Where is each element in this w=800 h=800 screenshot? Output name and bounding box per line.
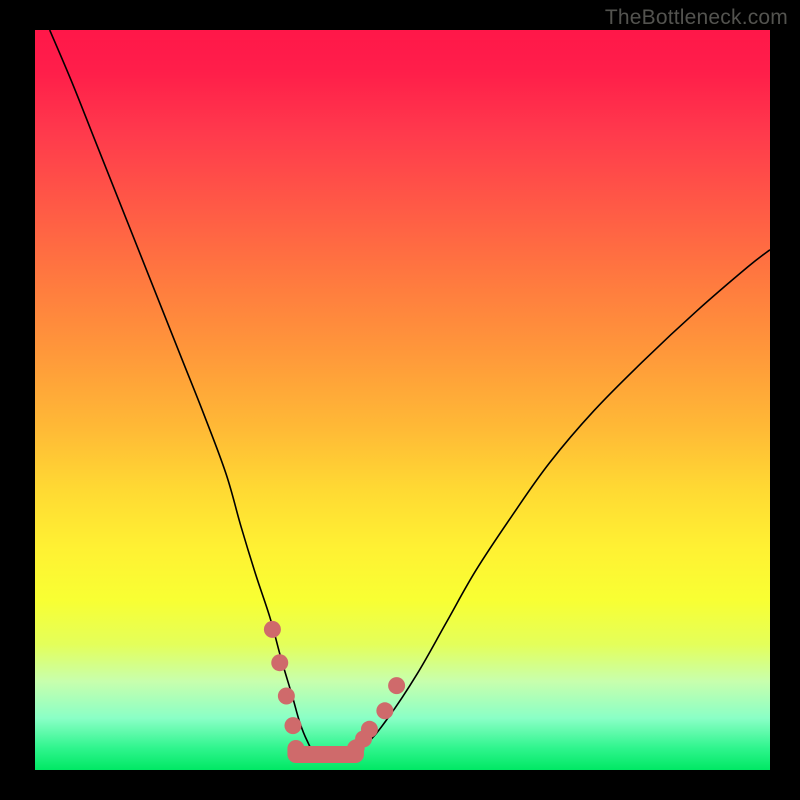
marker-dot bbox=[271, 654, 288, 671]
watermark-label: TheBottleneck.com bbox=[605, 6, 788, 30]
marker-dot bbox=[361, 721, 378, 738]
marker-group bbox=[264, 621, 405, 756]
chart-frame: TheBottleneck.com bbox=[0, 0, 800, 800]
marker-dot bbox=[264, 621, 281, 638]
marker-dot bbox=[388, 677, 405, 694]
curve-svg bbox=[35, 30, 770, 770]
bottleneck-curve bbox=[50, 30, 770, 755]
plot-area bbox=[35, 30, 770, 770]
marker-dot bbox=[284, 717, 301, 734]
marker-bottom-stroke bbox=[296, 748, 356, 754]
marker-dot bbox=[376, 702, 393, 719]
marker-dot bbox=[278, 688, 295, 705]
